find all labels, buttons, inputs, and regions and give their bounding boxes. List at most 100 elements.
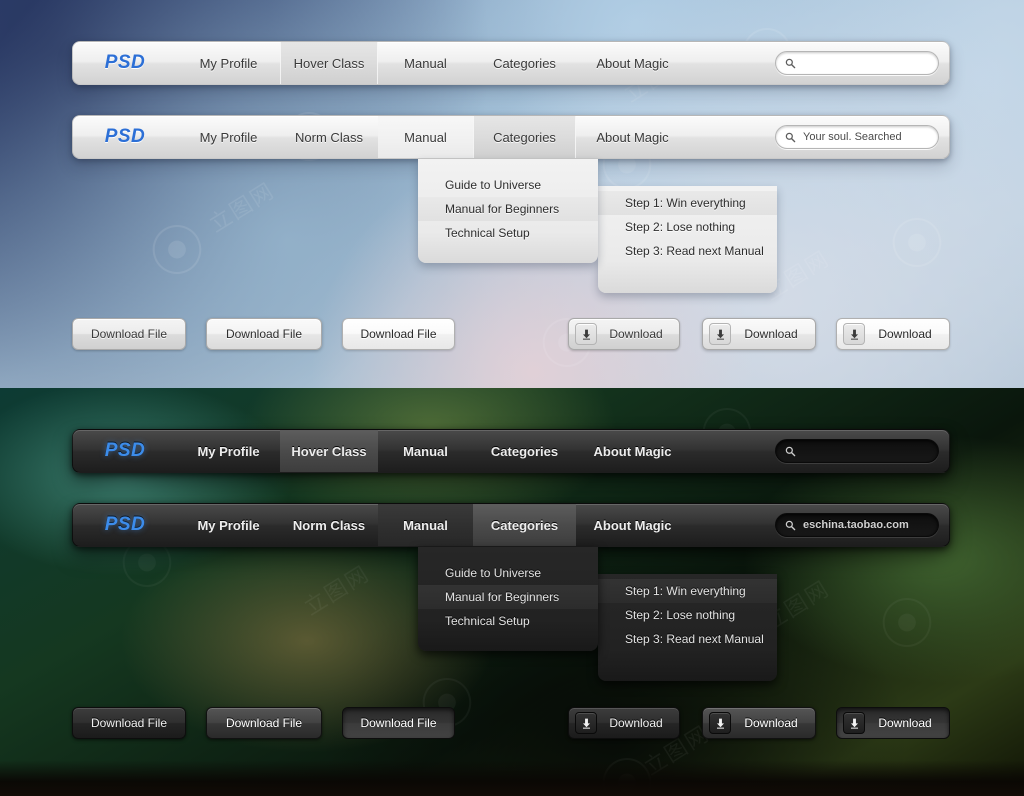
search-value: Your soul. Searched bbox=[803, 131, 902, 143]
dropdown-submenu-light[interactable]: Step 1: Win everything Step 2: Lose noth… bbox=[598, 186, 777, 293]
nav-item-my-profile[interactable]: My Profile bbox=[177, 504, 280, 546]
search-icon bbox=[785, 58, 796, 69]
download-icon-box bbox=[843, 712, 865, 734]
button-label: Download bbox=[743, 716, 799, 730]
watermark-text: 立图网 bbox=[202, 173, 280, 238]
nav-item-about-magic[interactable]: About Magic bbox=[576, 42, 689, 84]
search-field[interactable]: Your soul. Searched bbox=[775, 125, 939, 149]
screenshot-stage: ⦿ ⦿ ⦿ ⦿ ⦿ ⦿ 立图网 立图网 立图网 PSD My Profile H… bbox=[0, 0, 1024, 796]
submenu-item-step-3[interactable]: Step 3: Read next Manual bbox=[598, 239, 777, 263]
download-arrow-icon bbox=[716, 718, 725, 729]
search-field[interactable]: eschina.taobao.com bbox=[775, 513, 939, 537]
nav-item-my-profile[interactable]: My Profile bbox=[177, 116, 280, 158]
button-label: Download File bbox=[91, 327, 167, 341]
submenu-item-step-2[interactable]: Step 2: Lose nothing bbox=[598, 215, 777, 239]
watermark-swirl: ⦿ bbox=[880, 598, 934, 652]
nav-item-hover-class[interactable]: Hover Class bbox=[280, 430, 378, 472]
download-button-pressed[interactable]: Download bbox=[836, 318, 950, 350]
watermark-swirl: ⦿ bbox=[600, 758, 654, 796]
nav-item-manual[interactable]: Manual bbox=[378, 504, 473, 546]
search-field[interactable] bbox=[775, 51, 939, 75]
nav-item-my-profile[interactable]: My Profile bbox=[177, 42, 280, 84]
search-container bbox=[689, 430, 949, 472]
nav-item-manual[interactable]: Manual bbox=[378, 42, 473, 84]
download-icon-box bbox=[709, 323, 731, 345]
menu-item-manual-for-beginners[interactable]: Manual for Beginners bbox=[418, 197, 598, 221]
search-container: Your soul. Searched bbox=[689, 116, 949, 158]
submenu-item-step-3[interactable]: Step 3: Read next Manual bbox=[598, 627, 777, 651]
download-arrow-icon bbox=[850, 718, 859, 729]
watermark-swirl: ⦿ bbox=[150, 225, 204, 279]
dropdown-submenu-dark[interactable]: Step 1: Win everything Step 2: Lose noth… bbox=[598, 574, 777, 681]
nav-item-about-magic[interactable]: About Magic bbox=[576, 504, 689, 546]
download-icon-box bbox=[709, 712, 731, 734]
download-file-button-pressed-dark[interactable]: Download File bbox=[342, 707, 455, 739]
search-icon bbox=[785, 446, 796, 457]
download-button-normal-dark[interactable]: Download bbox=[568, 707, 680, 739]
nav-item-categories[interactable]: Categories bbox=[473, 504, 576, 546]
menu-item-guide-to-universe[interactable]: Guide to Universe bbox=[418, 173, 598, 197]
dropdown-menu-light[interactable]: Guide to Universe Manual for Beginners T… bbox=[418, 159, 598, 263]
download-arrow-icon bbox=[582, 718, 591, 729]
menu-item-manual-for-beginners[interactable]: Manual for Beginners bbox=[418, 585, 598, 609]
search-container: eschina.taobao.com bbox=[689, 504, 949, 546]
navbar-light-menu[interactable]: PSD My Profile Norm Class Manual Categor… bbox=[72, 115, 950, 159]
download-button-normal[interactable]: Download bbox=[568, 318, 680, 350]
button-label: Download File bbox=[226, 327, 302, 341]
button-label: Download File bbox=[91, 716, 167, 730]
download-button-hover[interactable]: Download bbox=[702, 318, 816, 350]
nav-item-norm-class[interactable]: Norm Class bbox=[280, 504, 378, 546]
nav-item-my-profile[interactable]: My Profile bbox=[177, 430, 280, 472]
button-label: Download bbox=[743, 327, 799, 341]
menu-item-technical-setup[interactable]: Technical Setup bbox=[418, 221, 598, 245]
nav-item-hover-class[interactable]: Hover Class bbox=[280, 42, 378, 84]
brand-logo[interactable]: PSD bbox=[73, 430, 177, 472]
button-label: Download File bbox=[360, 716, 436, 730]
nav-item-norm-class[interactable]: Norm Class bbox=[280, 116, 378, 158]
button-label: Download bbox=[877, 716, 933, 730]
search-value: eschina.taobao.com bbox=[803, 519, 909, 531]
download-icon-box bbox=[575, 712, 597, 734]
button-label: Download bbox=[609, 327, 663, 341]
download-arrow-icon bbox=[850, 329, 859, 340]
brand-logo[interactable]: PSD bbox=[73, 116, 177, 158]
button-label: Download File bbox=[360, 327, 436, 341]
submenu-item-step-2[interactable]: Step 2: Lose nothing bbox=[598, 603, 777, 627]
download-file-button-normal-dark[interactable]: Download File bbox=[72, 707, 186, 739]
nav-item-about-magic[interactable]: About Magic bbox=[576, 116, 689, 158]
nav-item-about-magic[interactable]: About Magic bbox=[576, 430, 689, 472]
download-file-button-hover-dark[interactable]: Download File bbox=[206, 707, 322, 739]
search-container bbox=[689, 42, 949, 84]
navbar-light-hover[interactable]: PSD My Profile Hover Class Manual Catego… bbox=[72, 41, 950, 85]
dropdown-menu-dark[interactable]: Guide to Universe Manual for Beginners T… bbox=[418, 547, 598, 651]
watermark-swirl: ⦿ bbox=[890, 218, 944, 272]
nav-item-manual[interactable]: Manual bbox=[378, 430, 473, 472]
button-label: Download bbox=[609, 716, 663, 730]
nav-item-categories[interactable]: Categories bbox=[473, 116, 576, 158]
download-file-button-hover[interactable]: Download File bbox=[206, 318, 322, 350]
download-button-pressed-dark[interactable]: Download bbox=[836, 707, 950, 739]
download-arrow-icon bbox=[582, 329, 591, 340]
download-arrow-icon bbox=[716, 329, 725, 340]
nav-item-manual[interactable]: Manual bbox=[378, 116, 473, 158]
submenu-item-step-1[interactable]: Step 1: Win everything bbox=[598, 191, 777, 215]
download-file-button-pressed[interactable]: Download File bbox=[342, 318, 455, 350]
brand-logo[interactable]: PSD bbox=[73, 504, 177, 546]
brand-logo[interactable]: PSD bbox=[73, 42, 177, 84]
button-label: Download File bbox=[226, 716, 302, 730]
button-label: Download bbox=[877, 327, 933, 341]
search-field[interactable] bbox=[775, 439, 939, 463]
download-file-button-normal[interactable]: Download File bbox=[72, 318, 186, 350]
search-icon bbox=[785, 520, 796, 531]
navbar-dark-menu[interactable]: PSD My Profile Norm Class Manual Categor… bbox=[72, 503, 950, 547]
download-button-hover-dark[interactable]: Download bbox=[702, 707, 816, 739]
submenu-item-step-1[interactable]: Step 1: Win everything bbox=[598, 579, 777, 603]
navbar-dark-hover[interactable]: PSD My Profile Hover Class Manual Catego… bbox=[72, 429, 950, 473]
search-icon bbox=[785, 132, 796, 143]
menu-item-guide-to-universe[interactable]: Guide to Universe bbox=[418, 561, 598, 585]
download-icon-box bbox=[843, 323, 865, 345]
menu-item-technical-setup[interactable]: Technical Setup bbox=[418, 609, 598, 633]
nav-item-categories[interactable]: Categories bbox=[473, 42, 576, 84]
nav-item-categories[interactable]: Categories bbox=[473, 430, 576, 472]
download-icon-box bbox=[575, 323, 597, 345]
